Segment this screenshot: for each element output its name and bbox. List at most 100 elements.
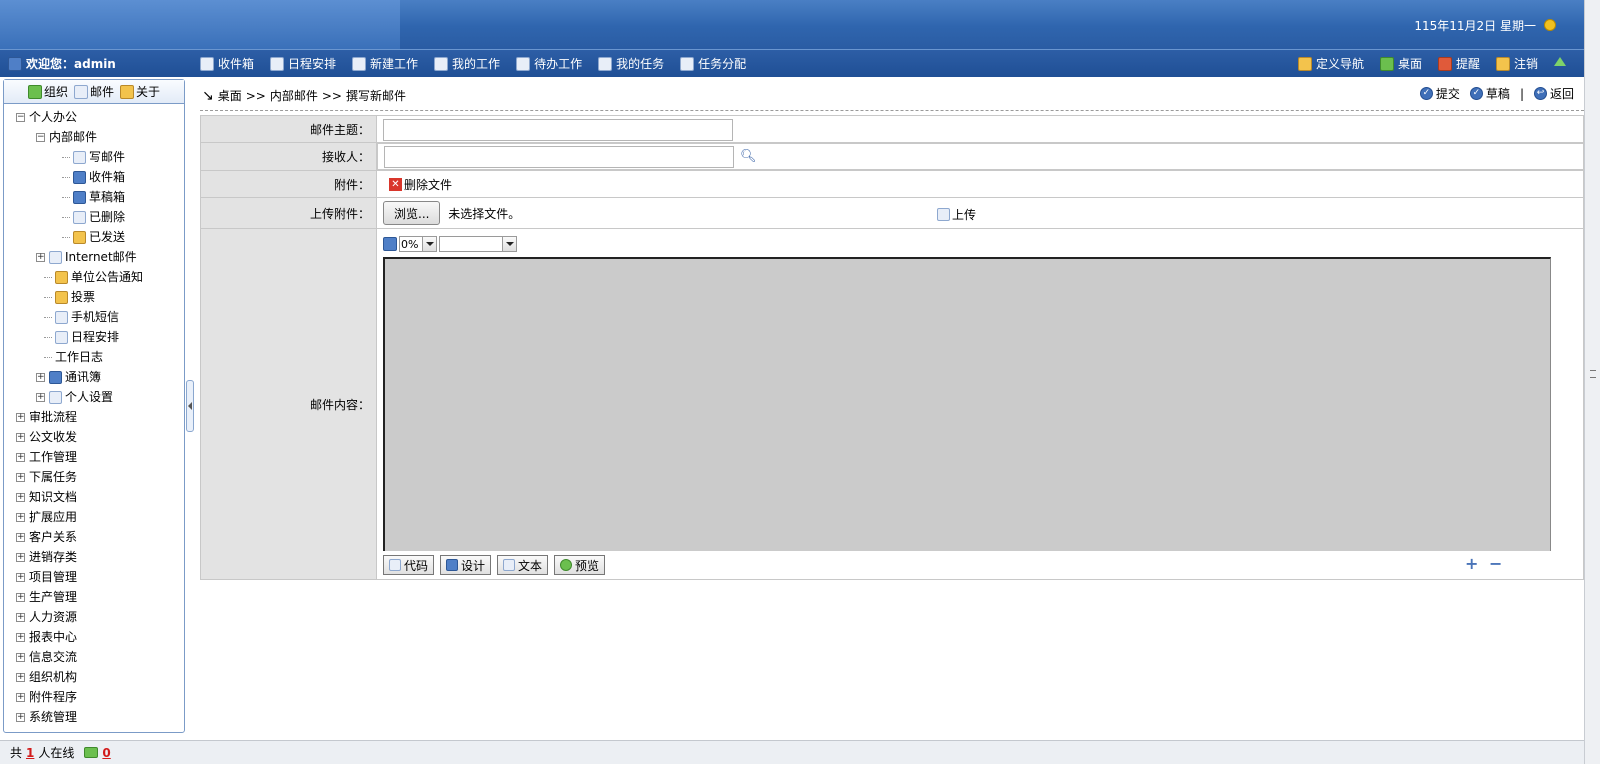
expand-icon[interactable]: + (16, 572, 25, 582)
collapse-icon[interactable]: − (36, 132, 45, 142)
online-prefix: 共 (10, 746, 23, 760)
editor-content-area[interactable] (383, 257, 1551, 551)
expand-icon[interactable]: + (16, 592, 25, 602)
back-icon: ↩ (1533, 87, 1547, 100)
tree-projects[interactable]: + 项目管理 (4, 567, 184, 587)
tree-inbox[interactable]: 收件箱 (4, 167, 184, 187)
tree-label: 进销存类 (29, 550, 78, 564)
tree-subordinate-tasks[interactable]: + 下属任务 (4, 467, 184, 487)
back-button[interactable]: ↩ 返回 (1533, 85, 1574, 102)
expand-icon[interactable]: + (16, 712, 25, 722)
plus-icon[interactable]: + (1465, 556, 1478, 572)
format-select[interactable] (439, 236, 518, 252)
online-count[interactable]: 1 (26, 746, 34, 760)
tree-crm[interactable]: + 客户关系 (4, 527, 184, 547)
tree-internal-mail[interactable]: − 内部邮件 (4, 127, 184, 147)
form-actions: ✓ 提交 ✓ 草稿 | ↩ 返回 (1419, 85, 1574, 102)
expand-icon[interactable]: + (36, 252, 45, 262)
tree-schedule[interactable]: 日程安排 (4, 327, 184, 347)
tab-about[interactable]: 关于 (120, 83, 160, 100)
expand-icon[interactable]: + (16, 512, 25, 522)
tree-info-exchange[interactable]: + 信息交流 (4, 647, 184, 667)
nav-my-work[interactable]: 我的工作 (428, 55, 506, 72)
expand-icon[interactable]: + (16, 612, 25, 622)
minus-icon[interactable]: − (1489, 556, 1502, 572)
tree-work-log[interactable]: 工作日志 (4, 347, 184, 367)
tree-announcement[interactable]: 单位公告通知 (4, 267, 184, 287)
tab-mail[interactable]: 邮件 (73, 83, 114, 100)
collapse-header-icon[interactable] (1554, 57, 1566, 66)
breadcrumb-desktop[interactable]: 桌面 (218, 87, 242, 104)
tree-personal-settings[interactable]: + 个人设置 (4, 387, 184, 407)
new-work-icon (352, 56, 367, 71)
draft-button[interactable]: ✓ 草稿 (1469, 85, 1510, 102)
mode-design-button[interactable]: 设计 (440, 555, 492, 575)
tree-hr[interactable]: + 人力资源 (4, 607, 184, 627)
expand-icon[interactable]: + (16, 472, 25, 482)
zoom-select[interactable]: 0% (399, 236, 438, 252)
mode-preview-button[interactable]: 预览 (554, 555, 606, 575)
vertical-scrollbar[interactable] (1584, 0, 1600, 764)
nav-reminder[interactable]: 提醒 (1432, 55, 1486, 72)
tree-deleted[interactable]: 已删除 (4, 207, 184, 227)
collapse-icon[interactable]: − (16, 112, 25, 122)
expand-icon[interactable]: + (16, 532, 25, 542)
nav-new-work[interactable]: 新建工作 (346, 55, 424, 72)
expand-icon[interactable]: + (16, 652, 25, 662)
tree-sms[interactable]: 手机短信 (4, 307, 184, 327)
tab-organization[interactable]: 组织 (27, 83, 68, 100)
tree-documents[interactable]: + 公文收发 (4, 427, 184, 447)
upload-button[interactable]: 上传 (937, 206, 976, 223)
nav-define-nav[interactable]: 定义导航 (1292, 55, 1370, 72)
subject-input[interactable] (383, 118, 733, 141)
mail-icon[interactable] (84, 747, 99, 758)
tree-extensions[interactable]: + 扩展应用 (4, 507, 184, 527)
nav-todo[interactable]: 待办工作 (510, 55, 588, 72)
tree-vote[interactable]: 投票 (4, 287, 184, 307)
tree-organization[interactable]: + 组织机构 (4, 667, 184, 687)
expand-icon[interactable]: + (16, 492, 25, 502)
tree-internet-mail[interactable]: + Internet邮件 (4, 247, 184, 267)
tree-attachments[interactable]: + 附件程序 (4, 687, 184, 707)
expand-icon[interactable]: + (16, 452, 25, 462)
nav-inbox[interactable]: 收件箱 (194, 55, 260, 72)
expand-icon[interactable]: + (16, 672, 25, 682)
recipient-input[interactable] (384, 146, 734, 168)
tree-sent[interactable]: 已发送 (4, 227, 184, 247)
expand-icon[interactable]: + (16, 412, 25, 422)
expand-icon[interactable]: + (36, 392, 45, 402)
mode-code-button[interactable]: 代码 (383, 555, 435, 575)
table-icon[interactable] (383, 237, 397, 251)
mode-text-button[interactable]: 文本 (497, 555, 549, 575)
tree-write-mail[interactable]: 写邮件 (4, 147, 184, 167)
nav-calendar[interactable]: 日程安排 (264, 55, 342, 72)
unread-mail-count[interactable]: 0 (102, 746, 110, 760)
nav-my-task[interactable]: 我的任务 (592, 55, 670, 72)
tree-approval[interactable]: + 审批流程 (4, 407, 184, 427)
tree-personal-office[interactable]: − 个人办公 (4, 107, 184, 127)
search-icon[interactable]: 🔍︎ (740, 149, 757, 164)
code-icon (389, 559, 401, 571)
nav-logout[interactable]: 注销 (1490, 55, 1544, 72)
browse-button[interactable]: 浏览... (383, 201, 441, 225)
tree-system[interactable]: + 系统管理 (4, 707, 184, 727)
tree-reports[interactable]: + 报表中心 (4, 627, 184, 647)
expand-icon[interactable]: + (16, 552, 25, 562)
nav-desktop[interactable]: 桌面 (1374, 55, 1428, 72)
tree-connector (44, 336, 52, 338)
tree-knowledge[interactable]: + 知识文档 (4, 487, 184, 507)
tree-inventory[interactable]: + 进销存类 (4, 547, 184, 567)
expand-icon[interactable]: + (16, 692, 25, 702)
tree-work-management[interactable]: + 工作管理 (4, 447, 184, 467)
submit-button[interactable]: ✓ 提交 (1419, 85, 1460, 102)
expand-icon[interactable]: + (16, 432, 25, 442)
breadcrumb-internal-mail[interactable]: 内部邮件 (270, 87, 318, 104)
nav-assign[interactable]: 任务分配 (674, 55, 752, 72)
expand-icon[interactable]: + (36, 372, 45, 382)
tree-drafts[interactable]: 草稿箱 (4, 187, 184, 207)
tree-address-book[interactable]: + 通讯簿 (4, 367, 184, 387)
panel-splitter-handle[interactable] (186, 380, 194, 432)
delete-file-button[interactable]: ✕ 删除文件 (389, 176, 452, 193)
expand-icon[interactable]: + (16, 632, 25, 642)
tree-production[interactable]: + 生产管理 (4, 587, 184, 607)
